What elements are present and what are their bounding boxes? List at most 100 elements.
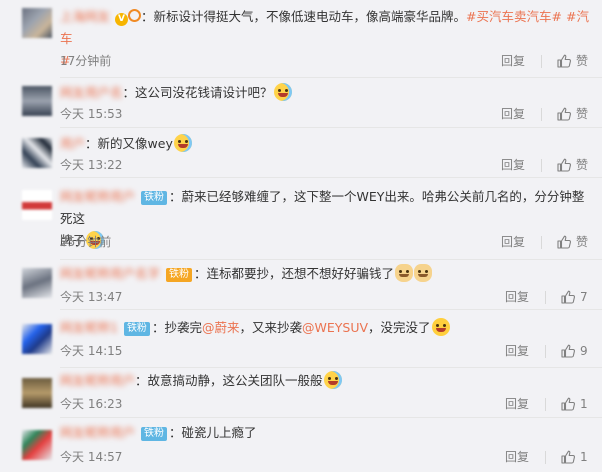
comment-item: 网友昵称用户 铁粉 ：蔚来已经够难缠了，这下整一个WEY出来。哈弗公关前几名的，分… — [0, 178, 602, 260]
action-divider — [545, 397, 546, 411]
colon: ： — [85, 136, 98, 151]
timestamp: 25分钟前 — [60, 235, 112, 249]
verified-badge-icon: V — [115, 13, 128, 26]
like-button[interactable]: 1 — [560, 449, 588, 465]
laugh-cry-emoji-icon — [173, 134, 192, 152]
username[interactable]: 网友昵称用户名字 — [60, 263, 160, 285]
like-label: 赞 — [575, 54, 588, 68]
timestamp: 今天 13:22 — [60, 158, 123, 172]
colon: ： — [151, 320, 165, 335]
comment-text: 新标设计得挺大气，不像低速电动车，像高端豪华品牌。 — [153, 9, 467, 24]
timestamp: 今天 13:47 — [60, 290, 123, 304]
colon: ： — [194, 266, 207, 281]
comment-actions: 回复 9 — [505, 343, 588, 359]
fan-badge: 铁粉 — [166, 268, 192, 282]
thumbs-up-icon — [557, 235, 571, 249]
colon: ： — [169, 189, 182, 204]
thumbs-up-icon — [561, 344, 575, 358]
avatar[interactable] — [22, 86, 52, 116]
avatar[interactable] — [22, 190, 52, 220]
action-divider — [540, 107, 542, 121]
comment-actions: 回复 赞 — [501, 234, 588, 250]
comment-text: 这公司没花钱请设计吧？ — [135, 85, 273, 100]
comment-actions: 回复 赞 — [501, 157, 588, 173]
username[interactable]: 网友昵称用户 — [60, 370, 135, 392]
reply-button[interactable]: 回复 — [505, 289, 529, 305]
thumbs-up-icon — [557, 158, 571, 172]
comment-item: 网友昵称1 铁粉 ：抄袭完@蔚来，又来抄袭@WEYSUV，没完没了 今天 14:1… — [0, 310, 602, 368]
comment-actions: 回复 1 — [505, 449, 588, 465]
action-divider — [545, 344, 546, 358]
mention-link[interactable]: @WEYSUV — [302, 320, 368, 335]
like-count: 9 — [580, 344, 588, 358]
reply-button[interactable]: 回复 — [505, 343, 529, 359]
avatar[interactable] — [22, 138, 52, 168]
action-divider — [540, 54, 542, 68]
reply-button[interactable]: 回复 — [501, 53, 525, 69]
like-count: 1 — [580, 450, 588, 464]
reply-button[interactable]: 回复 — [501, 234, 525, 250]
action-divider — [545, 450, 546, 464]
dog-emoji-icon — [414, 264, 433, 282]
username[interactable]: 用户 — [60, 133, 85, 155]
timestamp: 今天 14:15 — [60, 344, 123, 358]
username[interactable]: 网友昵称用户 — [60, 186, 135, 208]
timestamp: 17分钟前 — [60, 54, 112, 68]
reply-button[interactable]: 回复 — [505, 449, 529, 465]
like-button[interactable]: 9 — [560, 343, 588, 359]
thumbs-up-icon — [561, 397, 575, 411]
thumbs-up-icon — [557, 107, 571, 121]
fan-badge: 铁粉 — [141, 427, 167, 441]
like-button[interactable]: 赞 — [556, 157, 588, 173]
mention-link[interactable]: @蔚来 — [202, 320, 240, 335]
comment-actions: 回复 7 — [505, 289, 588, 305]
colon: ： — [169, 425, 182, 440]
avatar[interactable] — [22, 378, 52, 408]
comment-text: ，又来抄袭 — [239, 320, 302, 335]
comment-text: 故意搞动静，这公关团队一般般 — [147, 373, 323, 388]
comment-list: 上海网友 V ： 新标设计得挺大气，不像低速电动车，像高端豪华品牌。#买汽车卖汽车#… — [0, 0, 602, 472]
timestamp: 今天 16:23 — [60, 397, 123, 411]
comment-text: ，没完没了 — [368, 320, 431, 335]
action-divider — [540, 235, 542, 249]
like-button[interactable]: 赞 — [556, 234, 588, 250]
avatar[interactable] — [22, 8, 52, 38]
timestamp: 今天 15:53 — [60, 107, 123, 121]
comment-text: 抄袭完 — [164, 320, 202, 335]
action-divider — [540, 158, 542, 172]
like-button[interactable]: 7 — [560, 289, 588, 305]
reply-button[interactable]: 回复 — [501, 106, 525, 122]
comment-text: 碰瓷儿上瘾了 — [181, 425, 257, 440]
avatar[interactable] — [22, 324, 52, 354]
like-button[interactable]: 赞 — [556, 53, 588, 69]
username[interactable]: 网友用户名 — [60, 82, 123, 104]
comment-item: 网友昵称用户名字 铁粉 ：连标都要抄，还想不想好好骗钱了 今天 13:47 回复 … — [0, 260, 602, 310]
fan-badge: 铁粉 — [141, 191, 167, 205]
reply-button[interactable]: 回复 — [501, 157, 525, 173]
comment-item: 网友昵称用户 铁粉 ：碰瓷儿上瘾了 今天 14:57 回复 1 — [0, 418, 602, 472]
reply-button[interactable]: 回复 — [505, 396, 529, 412]
like-count: 7 — [580, 290, 588, 304]
dog-emoji-icon — [395, 264, 414, 282]
thumbs-up-icon — [561, 450, 575, 464]
topic-link[interactable]: #买汽车卖汽车# — [466, 9, 562, 24]
colon: ： — [122, 85, 136, 100]
username[interactable]: 网友昵称用户 — [60, 422, 135, 444]
comment-text: 连标都要抄，还想不想好好骗钱了 — [206, 266, 395, 281]
like-button[interactable]: 赞 — [556, 106, 588, 122]
comment-actions: 回复 1 — [505, 396, 588, 412]
like-label: 赞 — [575, 235, 588, 249]
avatar[interactable] — [22, 268, 52, 298]
like-button[interactable]: 1 — [560, 396, 588, 412]
comment-text: 蔚来已经够难缠了，这下整一个WEY出来。哈弗公关前几名的，分分钟整死这 — [60, 189, 585, 226]
username[interactable]: 网友昵称1 — [60, 317, 118, 339]
comment-item: 网友昵称用户：故意搞动静，这公关团队一般般 今天 16:23 回复 1 — [0, 368, 602, 418]
member-ring-icon — [128, 9, 141, 22]
username[interactable]: 上海网友 — [60, 6, 110, 28]
avatar[interactable] — [22, 430, 52, 460]
timestamp: 今天 14:57 — [60, 450, 123, 464]
laughing-emoji-icon — [431, 318, 450, 336]
comment-item: 上海网友 V ：新标设计得挺大气，不像低速电动车，像高端豪华品牌。#买汽车卖汽车#… — [0, 0, 602, 78]
colon: ： — [135, 373, 148, 388]
fan-badge: 铁粉 — [123, 322, 150, 336]
